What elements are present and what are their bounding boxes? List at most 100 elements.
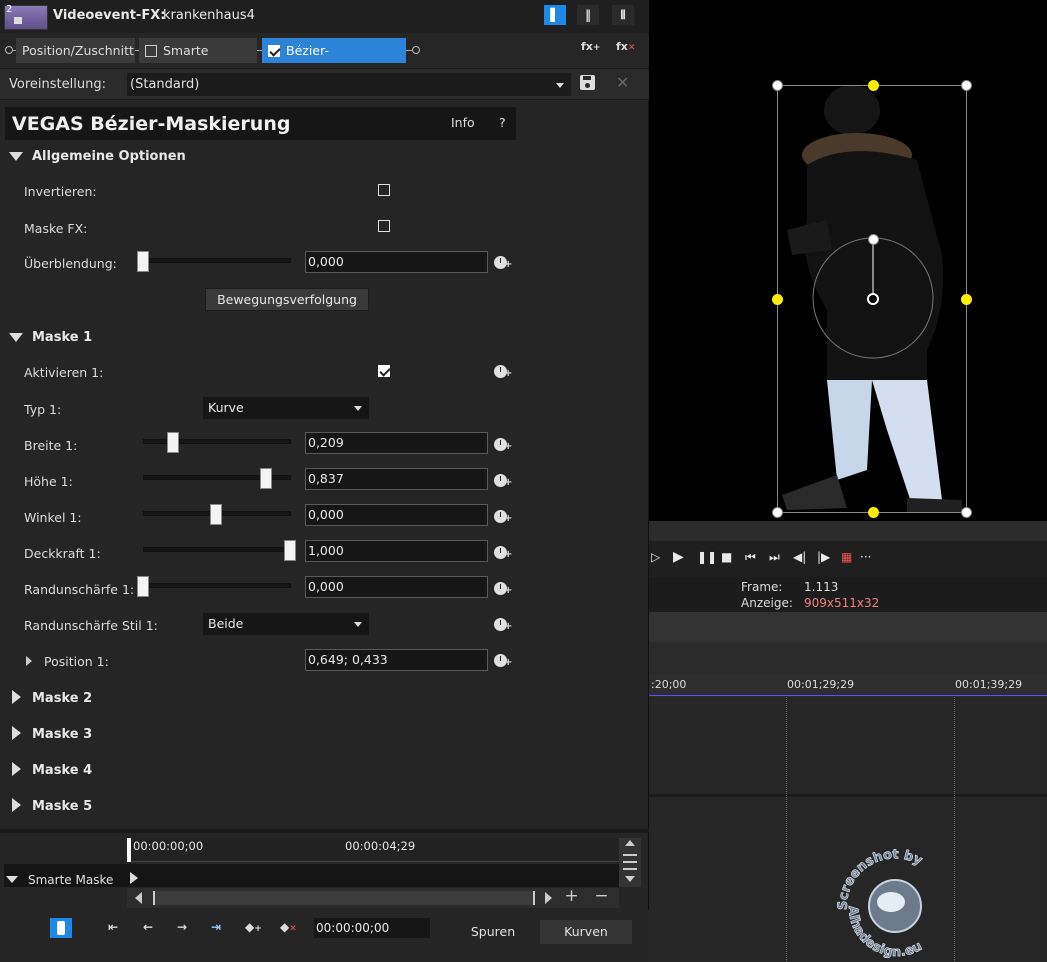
next-frame-icon[interactable]: |▶ [817, 550, 830, 564]
animate-clock-icon[interactable] [494, 474, 512, 488]
expand-triangle-icon[interactable] [12, 690, 21, 704]
mask-center-handle[interactable] [867, 293, 879, 305]
chain-item-position-crop[interactable]: Position/Zuschnitt [16, 38, 135, 63]
go-to-end-icon[interactable]: ⏭ [769, 550, 780, 565]
save-preset-icon[interactable] [580, 75, 595, 90]
section-general-title[interactable]: Allgemeine Optionen [32, 149, 186, 164]
section-mask1-title[interactable]: Maske 1 [32, 330, 92, 345]
expand-triangle-icon[interactable] [12, 762, 21, 776]
mask-handle-top[interactable] [868, 80, 879, 91]
collapse-triangle-icon[interactable] [9, 333, 23, 342]
mask-handle-bottom[interactable] [868, 507, 879, 518]
blend-value-field[interactable]: 0,000 [305, 251, 488, 273]
next-keyframe-icon[interactable]: → [177, 920, 187, 934]
sync-cursor-icon[interactable] [50, 918, 72, 938]
angle1-slider-knob[interactable] [210, 504, 222, 525]
collapse-triangle-icon[interactable] [9, 152, 23, 161]
mask-handle-top-right[interactable] [961, 80, 972, 91]
scroll-left-icon[interactable] [135, 892, 142, 904]
animate-clock-icon[interactable] [494, 256, 512, 270]
activate1-checkbox[interactable] [378, 365, 390, 377]
help-button[interactable]: ? [499, 115, 506, 130]
play-from-start-icon[interactable]: ▷ [651, 550, 660, 564]
scroll-right-icon[interactable] [545, 892, 552, 904]
prev-frame-icon[interactable]: ◀| [793, 550, 806, 564]
blend-slider-knob[interactable] [137, 251, 149, 272]
snapshot-icon[interactable]: ▦ [841, 550, 852, 564]
kf-horizontal-scrollbar[interactable]: + − [127, 886, 619, 908]
animate-clock-icon[interactable] [494, 654, 512, 668]
animate-clock-icon[interactable] [494, 510, 512, 524]
scroll-thumb[interactable] [153, 891, 535, 905]
zoom-out-icon[interactable]: − [589, 886, 614, 908]
opacity1-value-field[interactable]: 1,000 [305, 540, 488, 562]
tab-tracks[interactable]: Spuren [458, 920, 528, 944]
section-mask3-title[interactable]: Maske 3 [32, 727, 92, 742]
add-keyframe-icon[interactable]: ◆+ [245, 920, 262, 934]
animate-clock-icon[interactable] [494, 546, 512, 560]
timeline-ruler[interactable]: :20;00 00:01;29;29 00:01;39;29 [649, 674, 1047, 696]
animate-clock-icon[interactable] [494, 618, 512, 632]
stop-icon[interactable]: ■ [721, 550, 732, 564]
mask-handle-bottom-left[interactable] [772, 507, 783, 518]
playhead-marker[interactable] [127, 838, 131, 862]
rotation-handle[interactable] [868, 234, 879, 245]
section-mask2-title[interactable]: Maske 2 [32, 691, 92, 706]
animate-clock-icon[interactable] [494, 438, 512, 452]
expand-triangle-icon[interactable] [12, 798, 21, 812]
mask-handle-bottom-right[interactable] [961, 507, 972, 518]
fx-add-icon[interactable]: fx+ [581, 40, 600, 53]
kf-vertical-scrollbar[interactable] [619, 838, 641, 887]
more-options-icon[interactable]: ··· [860, 550, 871, 564]
feather1-slider-knob[interactable] [137, 576, 149, 597]
info-button[interactable]: Info [451, 115, 475, 130]
section-mask4-title[interactable]: Maske 4 [32, 763, 92, 778]
section-mask5-title[interactable]: Maske 5 [32, 799, 92, 814]
expand-triangle-icon[interactable] [26, 656, 32, 666]
go-to-start-icon[interactable]: ⏮ [745, 550, 756, 565]
checked-checkbox-icon[interactable] [268, 45, 280, 57]
animate-clock-icon[interactable] [494, 582, 512, 596]
position1-value-field[interactable]: 0,649; 0,433 [305, 649, 488, 671]
layout-single-icon[interactable]: ▌ [544, 5, 566, 25]
checkbox-icon[interactable] [145, 45, 157, 57]
last-keyframe-icon[interactable]: ⇥ [211, 920, 221, 934]
keyframe-ruler[interactable]: 00:00:00;00 00:00:04;29 [127, 838, 619, 862]
feather-style1-dropdown[interactable]: Beide [203, 613, 369, 635]
width1-slider-track[interactable] [143, 439, 291, 444]
first-keyframe-icon[interactable]: ⇤ [108, 920, 118, 934]
keyframe-marker[interactable] [130, 872, 138, 884]
layout-double-icon[interactable]: ‖ [577, 5, 599, 25]
expand-triangle-icon[interactable] [12, 726, 21, 740]
chain-item-bezier-mask[interactable]: Bézier-Maskierung [262, 38, 406, 83]
layout-triple-icon[interactable]: ⦀ [612, 5, 634, 25]
zoom-in-icon[interactable]: + [559, 886, 584, 908]
angle1-value-field[interactable]: 0,000 [305, 504, 488, 526]
height1-value-field[interactable]: 0,837 [305, 468, 488, 490]
mask-handle-top-left[interactable] [772, 80, 783, 91]
keyframe-track-row[interactable]: Smarte Maske [4, 864, 619, 887]
fx-remove-icon[interactable]: fx✕ [616, 40, 635, 53]
type1-dropdown[interactable]: Kurve [203, 397, 369, 419]
collapse-triangle-icon[interactable] [6, 876, 18, 883]
play-icon[interactable]: ▶ [673, 549, 684, 565]
feather1-value-field[interactable]: 0,000 [305, 576, 488, 598]
preset-dropdown[interactable]: (Standard) [127, 73, 571, 96]
invert-checkbox[interactable] [378, 184, 390, 196]
prev-keyframe-icon[interactable]: ← [143, 920, 153, 934]
feather1-slider-track[interactable] [143, 583, 291, 588]
chain-item-smart-mask[interactable]: Smarte Maske [139, 38, 257, 83]
motion-tracking-button[interactable]: Bewegungsverfolgung [205, 288, 369, 311]
kf-current-time-field[interactable]: 00:00:00;00 [314, 918, 430, 938]
blend-slider-track[interactable] [143, 258, 291, 263]
mask-handle-right[interactable] [961, 294, 972, 305]
width1-value-field[interactable]: 0,209 [305, 432, 488, 454]
keyframe-divider[interactable] [0, 829, 649, 833]
delete-keyframe-icon[interactable]: ◆✕ [280, 920, 297, 934]
delete-preset-icon[interactable]: ✕ [616, 73, 629, 92]
width1-slider-knob[interactable] [167, 432, 179, 453]
maskfx-checkbox[interactable] [378, 220, 390, 232]
opacity1-slider-track[interactable] [143, 547, 291, 552]
opacity1-slider-knob[interactable] [284, 540, 296, 561]
tab-curves[interactable]: Kurven [540, 920, 632, 944]
